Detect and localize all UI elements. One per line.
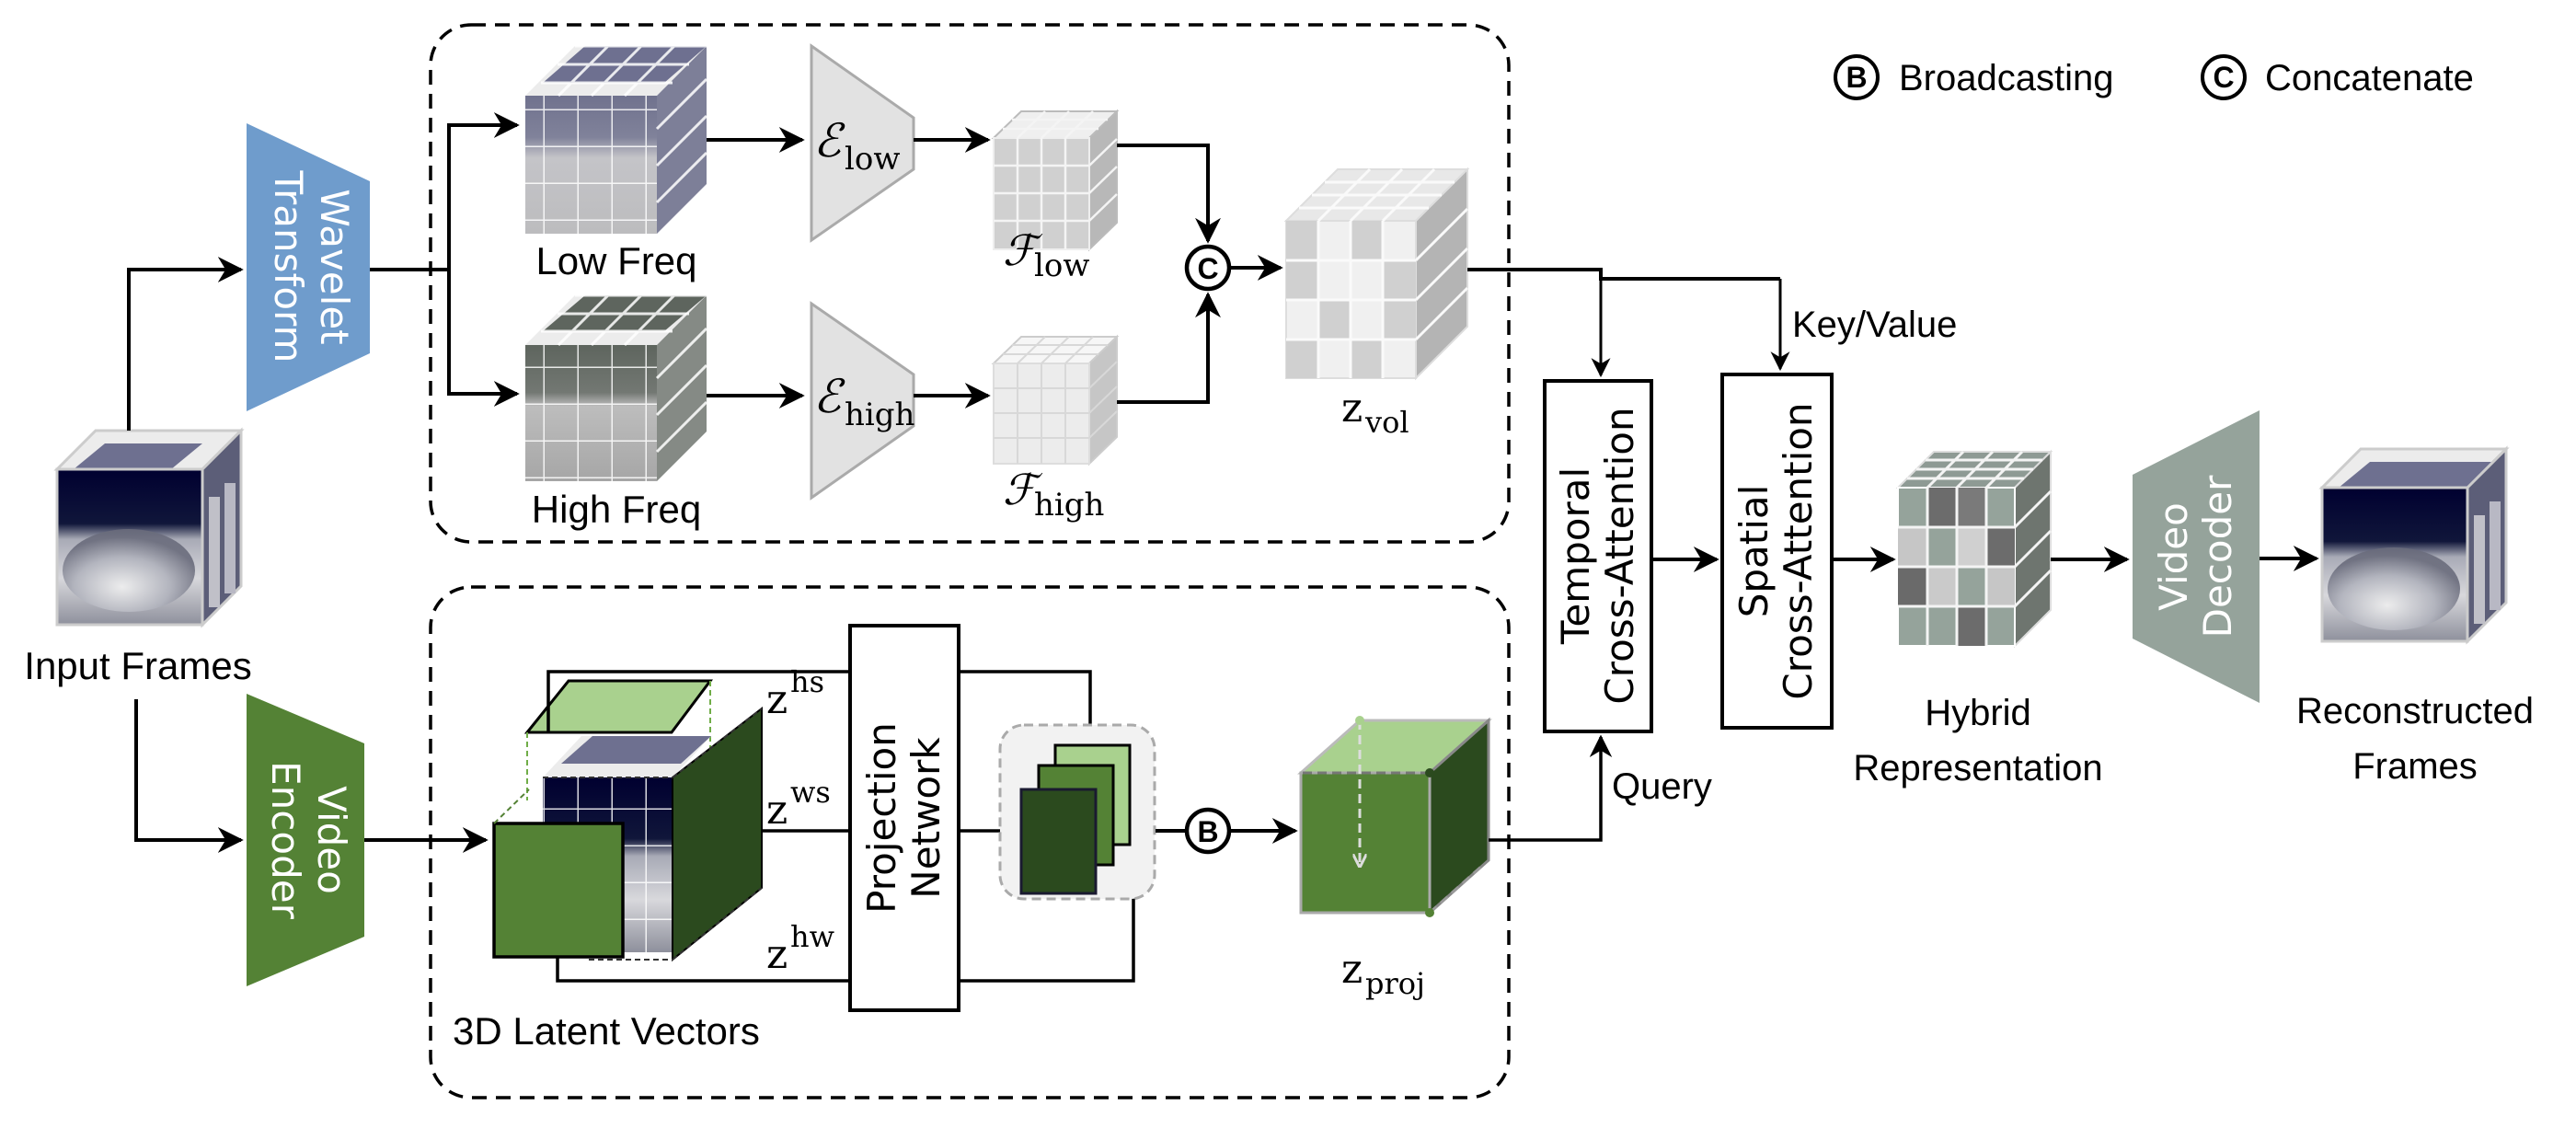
z-hw-symbol: z <box>766 931 788 978</box>
z-vol-subscript: vol <box>1364 405 1409 440</box>
encoder-low-block: ℰ low <box>810 43 915 243</box>
z-hw-label: z hw <box>766 919 834 978</box>
z-vol-symbol: z <box>1341 385 1363 432</box>
reconstructed-label-line1: Reconstructed <box>2296 691 2534 731</box>
low-freq-cube <box>525 44 708 234</box>
hybrid-label-line2: Representation <box>1853 748 2102 788</box>
concatenate-node: C <box>1184 244 1232 292</box>
arrow-input-to-encoder <box>134 699 244 853</box>
latent-vectors-cube <box>492 679 763 962</box>
e-low-subscript: low <box>845 141 900 178</box>
hybrid-label-line1: Hybrid <box>1925 693 2031 733</box>
wavelet-label-line2: Transform <box>266 170 311 363</box>
spatial-label-line2: Cross-Attention <box>1776 402 1821 699</box>
f-high-subscript: high <box>1034 487 1104 524</box>
z-hs-symbol: z <box>766 676 788 723</box>
z-ws-symbol: z <box>766 787 788 834</box>
architecture-diagram: B Broadcasting C Concatenate Input Frame… <box>24 23 2534 1099</box>
reconstructed-frames-cube <box>2318 445 2510 645</box>
f-high-label: ℱ high <box>1003 465 1104 524</box>
z-proj-label: z proj <box>1341 946 1425 1001</box>
z-proj-cube <box>1297 716 1492 917</box>
encoder-high-block: ℰ high <box>810 301 915 501</box>
arrow-flow-to-concat <box>1117 144 1221 244</box>
projection-label-line1: Projection <box>859 722 904 914</box>
high-freq-cube <box>525 294 708 481</box>
input-frames-label: Input Frames <box>24 644 251 687</box>
broadcast-node: B <box>1184 807 1232 855</box>
concat-node-symbol: C <box>1197 252 1218 285</box>
key-value-label: Key/Value <box>1792 305 1957 345</box>
encoder-label-line1: Video <box>309 786 354 894</box>
reconstructed-label-line2: Frames <box>2352 746 2478 787</box>
legend-broadcasting: B Broadcasting <box>1834 54 2113 100</box>
temporal-cross-attention-block: Temporal Cross-Attention <box>1543 379 1653 733</box>
e-low-symbol: ℰ <box>813 114 845 167</box>
temporal-label-line1: Temporal <box>1553 467 1598 645</box>
decoder-label-line2: Decoder <box>2195 475 2240 638</box>
z-ws-label: z ws <box>766 775 831 834</box>
spatial-cross-attention-block: Spatial Cross-Attention <box>1720 373 1834 730</box>
f-high-cube <box>991 334 1120 466</box>
latent-vectors-label: 3D Latent Vectors <box>453 1009 760 1053</box>
broadcast-symbol: B <box>1846 61 1867 94</box>
z-hw-superscript: hw <box>790 919 834 954</box>
projected-planes <box>998 723 1156 901</box>
spatial-label-line1: Spatial <box>1731 485 1777 618</box>
low-freq-label: Low Freq <box>535 239 696 282</box>
encoder-label-line2: Encoder <box>263 761 308 919</box>
decoder-label-line1: Video <box>2151 502 2196 611</box>
arrow-wavelet-high <box>447 270 520 407</box>
concat-symbol: C <box>2213 61 2234 94</box>
input-frames-cube <box>53 427 245 628</box>
arrow-zproj-to-temporal <box>1489 734 1613 842</box>
broadcast-node-symbol: B <box>1197 815 1218 848</box>
query-label: Query <box>1612 766 1712 807</box>
video-encoder-block: Video Encoder <box>247 694 364 986</box>
wavelet-transform-block: Wavelet Transform <box>247 123 370 411</box>
e-high-subscript: high <box>845 397 914 433</box>
hybrid-representation-cube <box>1895 449 2053 649</box>
f-low-subscript: low <box>1034 247 1089 284</box>
arrow-fhigh-to-concat <box>1117 292 1221 404</box>
line-zvol-out <box>1467 268 1780 281</box>
e-high-symbol: ℰ <box>813 370 845 423</box>
projection-label-line2: Network <box>903 737 949 899</box>
z-hs-superscript: hs <box>790 664 824 699</box>
z-proj-symbol: z <box>1341 946 1363 993</box>
temporal-label-line2: Cross-Attention <box>1597 407 1642 704</box>
arrow-input-to-wavelet <box>127 257 244 431</box>
z-ws-superscript: ws <box>790 775 831 810</box>
z-vol-cube <box>1283 167 1470 381</box>
broadcast-label: Broadcasting <box>1899 58 2113 98</box>
wavelet-label-line1: Wavelet <box>312 189 357 344</box>
video-decoder-block: Video Decoder <box>2133 410 2260 703</box>
legend-concatenate: C Concatenate <box>2201 54 2474 100</box>
projection-network-block: Projection Network <box>848 624 960 1012</box>
concat-label: Concatenate <box>2265 58 2474 98</box>
arrow-wavelet-split <box>370 112 520 271</box>
legend: B Broadcasting C Concatenate <box>1834 54 2474 100</box>
z-proj-subscript: proj <box>1365 966 1425 1001</box>
high-freq-label: High Freq <box>532 488 701 531</box>
z-vol-label: z vol <box>1341 385 1409 440</box>
